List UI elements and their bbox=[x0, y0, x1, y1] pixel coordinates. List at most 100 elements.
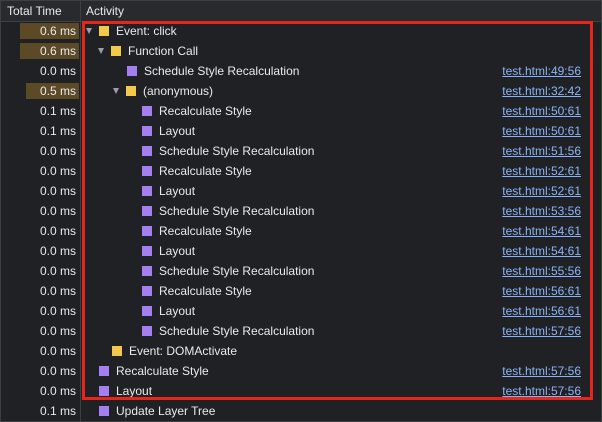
activity-cell: Recalculate Style bbox=[142, 161, 252, 181]
table-row[interactable]: 0.0 ms Recalculate Style test.html:52:61 bbox=[1, 161, 601, 181]
expand-triangle-icon[interactable] bbox=[113, 88, 119, 94]
rendering-category-icon bbox=[142, 286, 152, 296]
activity-label: Schedule Style Recalculation bbox=[159, 264, 315, 278]
header-total-time[interactable]: Total Time bbox=[7, 1, 62, 21]
activity-cell: Schedule Style Recalculation bbox=[127, 61, 299, 81]
table-row[interactable]: 0.0 ms Layout test.html:54:61 bbox=[1, 241, 601, 261]
total-time-value: 0.0 ms bbox=[39, 204, 76, 218]
source-link[interactable]: test.html:50:61 bbox=[502, 121, 581, 141]
total-time-cell: 0.0 ms bbox=[5, 163, 79, 179]
table-row[interactable]: 0.0 ms Recalculate Style test.html:56:61 bbox=[1, 281, 601, 301]
table-row[interactable]: 0.1 ms Layout test.html:50:61 bbox=[1, 121, 601, 141]
expand-triangle-icon[interactable] bbox=[86, 28, 92, 34]
header-activity[interactable]: Activity bbox=[86, 1, 124, 21]
table-row[interactable]: 0.0 ms Schedule Style Recalculation test.h… bbox=[1, 141, 601, 161]
total-time-value: 0.6 ms bbox=[39, 24, 76, 38]
source-link[interactable]: test.html:57:56 bbox=[502, 321, 581, 341]
source-link[interactable]: test.html:56:61 bbox=[502, 281, 581, 301]
table-row[interactable]: 0.5 ms (anonymous) test.html:32:42 bbox=[1, 81, 601, 101]
activity-cell: Event: DOMActivate bbox=[112, 341, 237, 361]
source-link[interactable]: test.html:32:42 bbox=[502, 81, 581, 101]
source-link[interactable]: test.html:56:61 bbox=[502, 301, 581, 321]
total-time-cell: 0.1 ms bbox=[5, 403, 79, 419]
table-row[interactable]: 0.0 ms Layout test.html:56:61 bbox=[1, 301, 601, 321]
total-time-cell: 0.0 ms bbox=[5, 243, 79, 259]
activity-rows: 0.6 ms Event: click 0.6 ms Function Call 0.0… bbox=[1, 21, 601, 421]
rendering-category-icon bbox=[99, 406, 109, 416]
activity-label: Function Call bbox=[128, 44, 199, 58]
rendering-category-icon bbox=[99, 366, 109, 376]
table-row[interactable]: 0.0 ms Schedule Style Recalculation test.h… bbox=[1, 321, 601, 341]
activity-label: Layout bbox=[159, 244, 196, 258]
rendering-category-icon bbox=[142, 146, 152, 156]
activity-cell: Recalculate Style bbox=[99, 361, 209, 381]
source-link[interactable]: test.html:54:61 bbox=[502, 221, 581, 241]
scripting-category-icon bbox=[99, 26, 109, 36]
source-link[interactable]: test.html:57:56 bbox=[502, 381, 581, 401]
rendering-category-icon bbox=[142, 166, 152, 176]
table-row[interactable]: 0.0 ms Recalculate Style test.html:54:61 bbox=[1, 221, 601, 241]
rendering-category-icon bbox=[142, 106, 152, 116]
table-row[interactable]: 0.6 ms Event: click bbox=[1, 21, 601, 41]
activity-label: Recalculate Style bbox=[116, 364, 209, 378]
table-row[interactable]: 0.0 ms Schedule Style Recalculation test.h… bbox=[1, 201, 601, 221]
total-time-value: 0.0 ms bbox=[39, 324, 76, 338]
activity-cell: Layout bbox=[99, 381, 152, 401]
total-time-cell: 0.0 ms bbox=[5, 343, 79, 359]
total-time-value: 0.1 ms bbox=[39, 404, 76, 418]
source-link[interactable]: test.html:50:61 bbox=[502, 101, 581, 121]
total-time-cell: 0.0 ms bbox=[5, 223, 79, 239]
rendering-category-icon bbox=[142, 326, 152, 336]
source-link[interactable]: test.html:52:61 bbox=[502, 181, 581, 201]
table-row[interactable]: 0.0 ms Layout test.html:57:56 bbox=[1, 381, 601, 401]
total-time-value: 0.0 ms bbox=[39, 384, 76, 398]
activity-cell: Schedule Style Recalculation bbox=[142, 141, 314, 161]
total-time-value: 0.6 ms bbox=[39, 44, 76, 58]
rendering-category-icon bbox=[142, 306, 152, 316]
activity-cell: Schedule Style Recalculation bbox=[142, 261, 314, 281]
total-time-cell: 0.0 ms bbox=[5, 283, 79, 299]
total-time-cell: 0.6 ms bbox=[5, 23, 79, 39]
activity-label: (anonymous) bbox=[143, 84, 214, 98]
total-time-value: 0.0 ms bbox=[39, 184, 76, 198]
table-row[interactable]: 0.6 ms Function Call bbox=[1, 41, 601, 61]
scripting-category-icon bbox=[111, 46, 121, 56]
table-row[interactable]: 0.0 ms Recalculate Style test.html:57:56 bbox=[1, 361, 601, 381]
source-link[interactable]: test.html:53:56 bbox=[502, 201, 581, 221]
rendering-category-icon bbox=[142, 126, 152, 136]
activity-cell: Schedule Style Recalculation bbox=[142, 321, 314, 341]
source-link[interactable]: test.html:52:61 bbox=[502, 161, 581, 181]
table-row[interactable]: 0.0 ms Schedule Style Recalculation test.h… bbox=[1, 61, 601, 81]
table-row[interactable]: 0.0 ms Layout test.html:52:61 bbox=[1, 181, 601, 201]
table-row[interactable]: 0.0 ms Event: DOMActivate bbox=[1, 341, 601, 361]
source-link[interactable]: test.html:54:61 bbox=[502, 241, 581, 261]
total-time-value: 0.0 ms bbox=[39, 144, 76, 158]
table-row[interactable]: 0.1 ms Update Layer Tree bbox=[1, 401, 601, 421]
total-time-cell: 0.0 ms bbox=[5, 203, 79, 219]
scripting-category-icon bbox=[126, 86, 136, 96]
total-time-cell: 0.0 ms bbox=[5, 143, 79, 159]
total-time-value: 0.0 ms bbox=[39, 264, 76, 278]
source-link[interactable]: test.html:57:56 bbox=[502, 361, 581, 381]
total-time-value: 0.0 ms bbox=[39, 64, 76, 78]
total-time-cell: 0.1 ms bbox=[5, 103, 79, 119]
rendering-category-icon bbox=[142, 186, 152, 196]
expand-triangle-icon[interactable] bbox=[98, 48, 104, 54]
total-time-value: 0.0 ms bbox=[39, 344, 76, 358]
rendering-category-icon bbox=[127, 66, 137, 76]
table-row[interactable]: 0.0 ms Schedule Style Recalculation test.h… bbox=[1, 261, 601, 281]
rendering-category-icon bbox=[142, 246, 152, 256]
rendering-category-icon bbox=[142, 226, 152, 236]
total-time-value: 0.1 ms bbox=[39, 104, 76, 118]
table-row[interactable]: 0.1 ms Recalculate Style test.html:50:61 bbox=[1, 101, 601, 121]
activity-label: Schedule Style Recalculation bbox=[159, 144, 315, 158]
source-link[interactable]: test.html:51:56 bbox=[502, 141, 581, 161]
scripting-category-icon bbox=[112, 346, 122, 356]
activity-label: Layout bbox=[116, 384, 153, 398]
source-link[interactable]: test.html:49:56 bbox=[502, 61, 581, 81]
source-link[interactable]: test.html:55:56 bbox=[502, 261, 581, 281]
total-time-cell: 0.6 ms bbox=[5, 43, 79, 59]
activity-label: Recalculate Style bbox=[159, 164, 252, 178]
activity-cell: Update Layer Tree bbox=[99, 401, 215, 421]
activity-label: Recalculate Style bbox=[159, 224, 252, 238]
